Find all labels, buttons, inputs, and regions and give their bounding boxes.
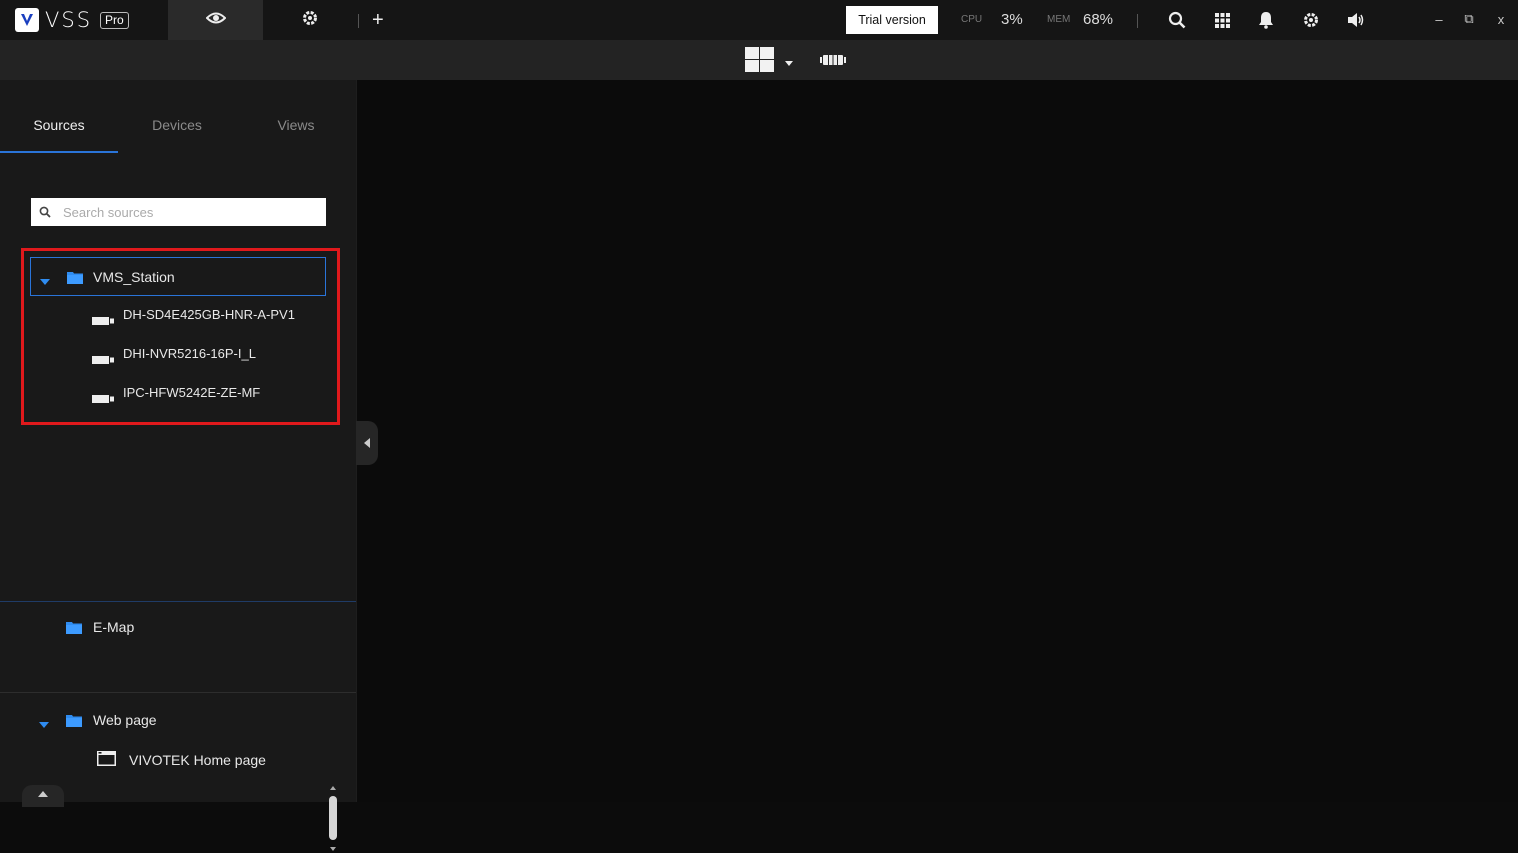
webpage-label: Web page (93, 712, 157, 728)
tree-node-emap[interactable]: E-Map (0, 615, 356, 639)
station-label: VMS_Station (93, 269, 175, 285)
vivotek-logo-icon (15, 8, 39, 32)
app-logo: VSS Pro (15, 8, 129, 32)
chevron-up-icon (38, 791, 48, 797)
sequence-tour-icon[interactable] (820, 50, 846, 70)
add-tab-button[interactable]: + (372, 10, 388, 30)
folder-icon (66, 620, 82, 634)
camera-icon (92, 390, 114, 408)
tree-node-webpage[interactable]: Web page (0, 708, 320, 732)
cpu-label: CPU (961, 14, 983, 25)
mem-label: MEM (1047, 14, 1071, 25)
camera-icon (92, 312, 114, 330)
collapse-panel-button[interactable] (356, 421, 378, 465)
section-divider (0, 692, 356, 693)
bell-icon[interactable] (1256, 10, 1276, 30)
chevron-left-icon (364, 438, 370, 448)
layout-dropdown-icon[interactable] (782, 55, 796, 66)
expand-caret-icon[interactable] (39, 273, 51, 285)
device-label: IPC-HFW5242E-ZE-MF (123, 385, 261, 400)
tab-views[interactable]: Views (237, 117, 355, 153)
trial-version-button[interactable]: Trial version (846, 6, 938, 34)
minimize-button[interactable]: – (1432, 11, 1446, 27)
folder-icon (67, 270, 83, 284)
tree-node-webpage-item[interactable]: VIVOTEK Home page (0, 748, 320, 772)
browser-window-icon (97, 751, 116, 771)
tree-node-device[interactable]: DHI-NVR5216-16P-I_L (92, 345, 332, 365)
folder-icon (66, 713, 82, 727)
expand-caret-icon[interactable] (38, 716, 50, 728)
tree-node-vms-station[interactable]: VMS_Station (30, 257, 326, 296)
expand-panel-button[interactable] (22, 785, 64, 807)
tree-node-device[interactable]: DH-SD4E425GB-HNR-A-PV1 (92, 306, 332, 326)
mem-value: 68% (1083, 11, 1114, 28)
app-name: VSS (45, 8, 93, 32)
tab-liveview[interactable] (168, 0, 263, 40)
eye-icon (205, 11, 226, 30)
close-button[interactable]: x (1494, 11, 1508, 27)
scrollbar[interactable] (328, 785, 338, 853)
search-icon (39, 206, 51, 218)
speaker-icon[interactable] (1346, 10, 1366, 30)
section-divider (0, 601, 356, 602)
tab-devices[interactable]: Devices (118, 117, 236, 153)
tab-settings[interactable] (285, 0, 335, 40)
pro-badge: Pro (100, 11, 129, 29)
search-icon[interactable] (1167, 10, 1187, 30)
apps-grid-icon[interactable] (1212, 10, 1232, 30)
divider (1137, 14, 1138, 28)
tree-node-device[interactable]: IPC-HFW5242E-ZE-MF (92, 384, 332, 404)
tab-sources[interactable]: Sources (0, 117, 118, 153)
camera-icon (92, 351, 114, 369)
cpu-value: 3% (1001, 11, 1023, 28)
device-label: DHI-NVR5216-16P-I_L (123, 346, 256, 361)
scrollbar-thumb[interactable] (329, 796, 337, 840)
device-label: DH-SD4E425GB-HNR-A-PV1 (123, 307, 295, 322)
settings-gear-icon[interactable] (1301, 10, 1321, 30)
sources-panel: Sources Devices Views VMS_Station DH-SD4… (0, 80, 356, 851)
search-box (31, 198, 326, 226)
divider (358, 14, 359, 28)
webpage-item-label: VIVOTEK Home page (129, 752, 266, 768)
view-toolbar (0, 40, 1518, 80)
search-input[interactable] (63, 204, 303, 220)
restore-button[interactable]: ⧉ (1462, 11, 1476, 27)
top-bar: VSS Pro + Trial version CPU 3% MEM 68% – (0, 0, 1518, 40)
layout-grid-icon[interactable] (745, 47, 774, 72)
live-view-area[interactable] (356, 80, 1518, 802)
emap-label: E-Map (93, 619, 135, 635)
gear-icon (301, 9, 319, 32)
